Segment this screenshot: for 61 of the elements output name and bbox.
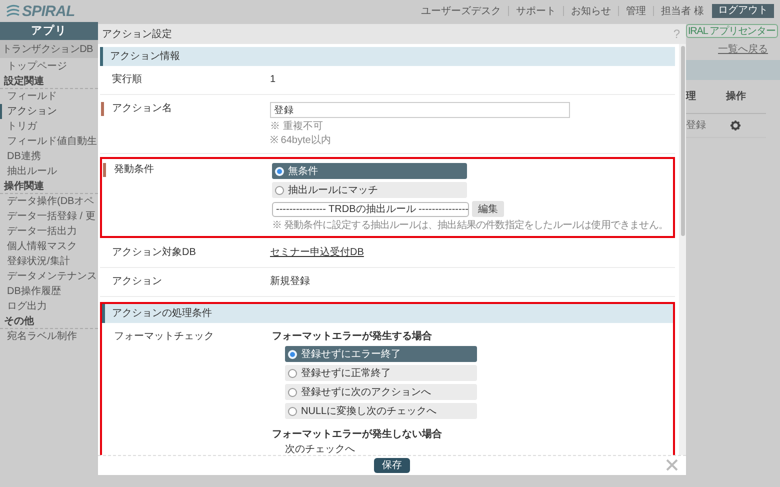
sidebar-item[interactable]: データ一括出力 [0, 224, 98, 239]
section-header: アクションの処理条件 [102, 304, 673, 323]
logo-text: SPIRAL [22, 4, 75, 18]
save-button[interactable]: 保存 [374, 458, 410, 473]
nav-link[interactable]: お知らせ [571, 4, 612, 18]
field-note: ※ 64byte以内 [270, 135, 332, 146]
sidebar-item[interactable]: DB連携 [0, 149, 98, 164]
field-label: 実行順 [112, 73, 142, 87]
sidebar-item[interactable]: 個人情報マスク [0, 239, 98, 254]
db-link[interactable]: セミナー申込受付DB [270, 246, 364, 260]
rule-select[interactable]: --------------- TRDBの抽出ルール --------------- [272, 202, 469, 216]
nav-link[interactable]: 担当者 様 [661, 4, 704, 18]
scrollbar[interactable] [679, 44, 686, 455]
field-value: 1 [270, 73, 276, 87]
logout-button[interactable]: ログアウト [712, 4, 774, 18]
sidebar-item[interactable]: トップページ [0, 59, 98, 74]
sidebar-item[interactable]: 抽出ルール [0, 164, 98, 179]
edit-button[interactable]: 編集 [472, 201, 504, 217]
logo-icon [6, 4, 20, 18]
sidebar-item[interactable]: ログ出力 [0, 299, 98, 314]
field-label: アクション対象DB [112, 246, 196, 260]
field-label: フォーマットチェック [114, 330, 214, 344]
sidebar-item[interactable]: 宛名ラベル制作 [0, 329, 98, 344]
radio-option[interactable]: NULLに変換し次のチェックへ [285, 403, 477, 419]
settings-icon[interactable] [730, 120, 741, 131]
field-note: ※ 重複不可 [270, 121, 324, 132]
modal-title: アクション設定 [102, 28, 172, 42]
nav-link[interactable]: ユーザーズデスク [421, 4, 502, 18]
sidebar-item[interactable]: データ操作(DBオペ [0, 194, 98, 209]
table-cell-text: 登録 [686, 119, 707, 133]
db-selector[interactable]: トランザクションDB [0, 40, 98, 58]
group-heading: フォーマットエラーが発生する場合 [272, 330, 433, 343]
column-header: 操作 [726, 90, 746, 104]
name-field[interactable]: 登録 [270, 102, 570, 118]
sidebar-item[interactable]: 登録状況/集計 [0, 254, 98, 269]
sidebar-item[interactable]: フィールド [0, 89, 98, 104]
radio-option[interactable]: 登録せずに正常終了 [285, 365, 477, 381]
sidebar-title: アプリ [0, 22, 98, 40]
nav-link[interactable]: 管理 [626, 4, 646, 18]
close-icon[interactable] [666, 459, 678, 471]
radio-option[interactable]: 無条件 [272, 163, 467, 179]
radio-option[interactable]: 登録せずにエラー終了 [285, 346, 477, 362]
column-header: 理 [686, 90, 697, 104]
group-heading: フォーマットエラーが発生しない場合 [272, 428, 443, 441]
radio-option[interactable]: 登録せずに次のアクションへ [285, 384, 477, 400]
field-label: アクション名 [101, 102, 172, 116]
sidebar-item[interactable]: トリガ [0, 119, 98, 134]
field-note: ※ 発動条件に設定する抽出ルールは、抽出結果の件数指定をしたルールは使用できません。 [272, 220, 668, 232]
sidebar-item[interactable]: データメンテナンス [0, 269, 98, 284]
field-value: 次のチェックへ [285, 444, 356, 455]
section-header: アクション情報 [100, 47, 675, 66]
radio-option[interactable]: 抽出ルールにマッチ [272, 182, 467, 198]
sidebar-item[interactable]: フィールド値自動生 [0, 134, 98, 149]
field-label: アクション [112, 275, 162, 289]
back-link[interactable]: 一覧へ戻る [718, 42, 768, 56]
field-value: 新規登録 [270, 275, 310, 289]
sidebar-item[interactable]: データ一括登録 / 更 [0, 209, 98, 224]
app-center-badge[interactable]: IRAL アプリセンター [686, 24, 778, 38]
field-label: 発動条件 [103, 163, 154, 177]
nav-link[interactable]: サポート [516, 4, 556, 18]
sidebar-item[interactable]: DB操作履歴 [0, 284, 98, 299]
